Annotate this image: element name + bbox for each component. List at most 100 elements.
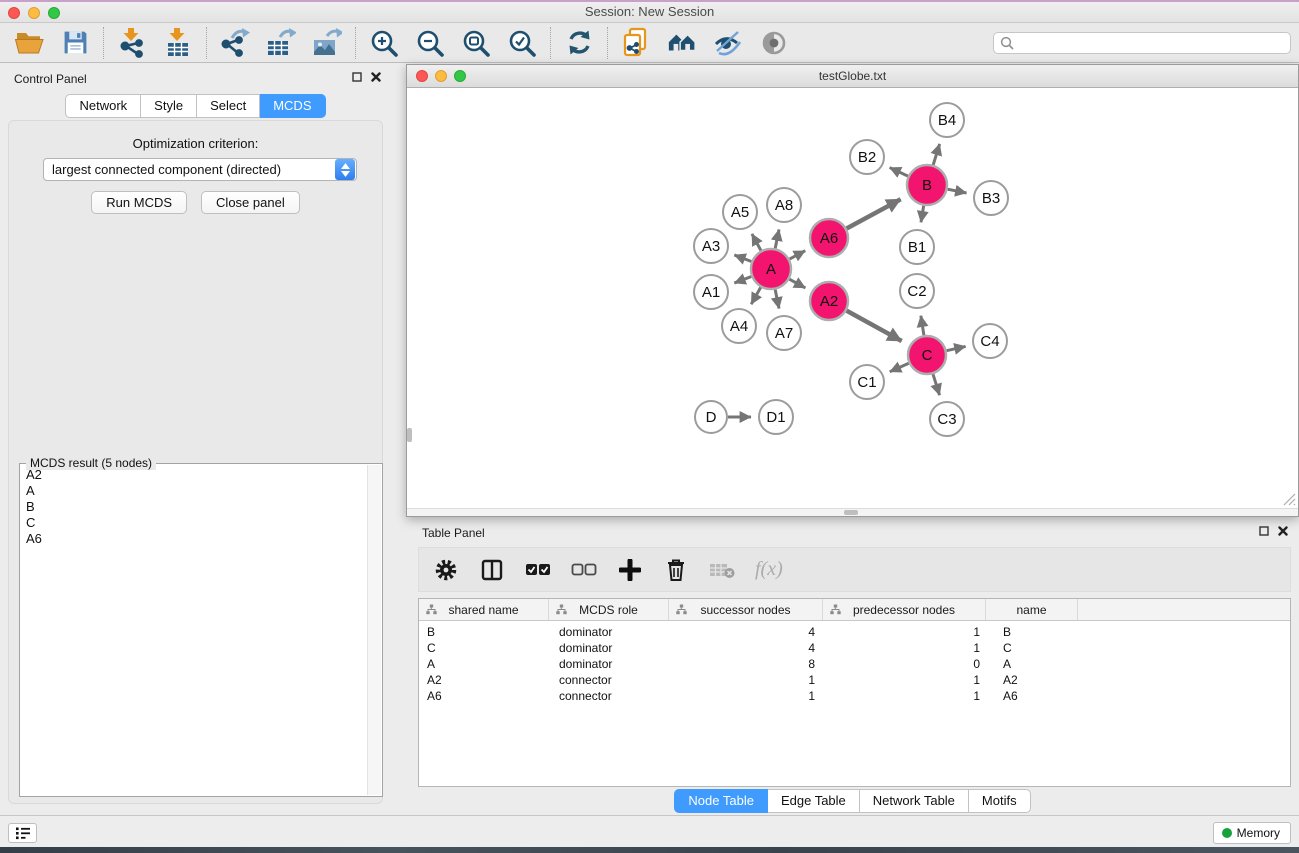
column-header-shared-name[interactable]: shared name [419, 599, 549, 620]
zoom-selected-icon[interactable] [507, 28, 537, 58]
edge-C-C2[interactable] [921, 316, 924, 336]
table-row[interactable]: Adominator80A [419, 656, 1290, 672]
result-list-scrollbar[interactable] [367, 465, 381, 795]
optimization-criterion-label: Optimization criterion: [9, 136, 382, 151]
save-session-icon[interactable] [60, 28, 90, 58]
float-panel-icon[interactable] [352, 72, 362, 82]
zoom-window-button[interactable] [48, 7, 60, 19]
result-list-item[interactable]: B [21, 499, 367, 515]
column-header-label: shared name [448, 603, 518, 617]
edge-A6-B[interactable] [847, 199, 901, 228]
edge-A-A6[interactable] [790, 251, 806, 259]
table-cell: connector [549, 672, 669, 688]
mcds-result-list[interactable]: A2ABCA6 [21, 467, 367, 795]
edge-C-C3[interactable] [933, 374, 940, 395]
tab-node-table[interactable]: Node Table [674, 789, 768, 813]
export-image-icon[interactable] [312, 28, 342, 58]
close-table-panel-icon[interactable] [1278, 526, 1288, 536]
column-header-MCDS-role[interactable]: MCDS role [549, 599, 669, 620]
table-row[interactable]: A2connector11A2 [419, 672, 1290, 688]
duplicate-network-icon[interactable] [621, 28, 651, 58]
open-session-icon[interactable] [14, 28, 44, 58]
minimize-window-button[interactable] [28, 7, 40, 19]
edge-B-B1[interactable] [921, 206, 924, 223]
table-row[interactable]: A6connector11A6 [419, 688, 1290, 704]
edge-B-B3[interactable] [948, 189, 967, 193]
network-graph-canvas[interactable]: B4B2BB3A5A8A6B1A3AA1C2A2A4A7C4CC1DD1C3 [407, 88, 1298, 509]
network-close-button[interactable] [416, 70, 428, 82]
close-panel-icon[interactable] [371, 72, 381, 82]
zoom-out-icon[interactable] [415, 28, 445, 58]
column-header-name[interactable]: name [986, 599, 1078, 620]
edge-C-C4[interactable] [947, 346, 966, 350]
network-graph-svg: B4B2BB3A5A8A6B1A3AA1C2A2A4A7C4CC1DD1C3 [407, 88, 1298, 509]
criterion-dropdown[interactable]: largest connected component (directed) [43, 158, 357, 181]
edge-B-B4[interactable] [933, 144, 939, 165]
network-hscroll-track[interactable] [407, 508, 1298, 516]
deselect-all-icon[interactable] [571, 557, 597, 583]
edge-A-A2[interactable] [789, 279, 805, 288]
column-header-successor-nodes[interactable]: successor nodes [669, 599, 823, 620]
tab-edge-table[interactable]: Edge Table [768, 789, 860, 813]
import-table-icon[interactable] [163, 28, 193, 58]
network-vscroll-thumb[interactable] [407, 428, 412, 442]
tab-mcds[interactable]: MCDS [260, 94, 325, 118]
task-history-button[interactable] [8, 823, 37, 843]
add-column-icon[interactable] [617, 557, 643, 583]
edge-A-A8[interactable] [775, 229, 779, 248]
task-list-icon [15, 827, 31, 840]
network-zoom-button[interactable] [454, 70, 466, 82]
result-list-item[interactable]: A2 [21, 467, 367, 483]
tab-select[interactable]: Select [197, 94, 260, 118]
table-options-gear-icon[interactable] [433, 557, 459, 583]
network-hscroll-thumb[interactable] [844, 510, 858, 515]
table-cell: B [419, 624, 549, 640]
node-label-A4: A4 [730, 318, 748, 335]
close-panel-button[interactable]: Close panel [201, 191, 300, 214]
node-label-B4: B4 [938, 112, 956, 129]
result-list-item[interactable]: C [21, 515, 367, 531]
network-minimize-button[interactable] [435, 70, 447, 82]
tab-style[interactable]: Style [141, 94, 197, 118]
search-field[interactable] [993, 32, 1291, 54]
tab-network-table[interactable]: Network Table [860, 789, 969, 813]
edge-A-A3[interactable] [734, 255, 751, 262]
zoom-fit-icon[interactable] [461, 28, 491, 58]
result-list-item[interactable]: A6 [21, 531, 367, 547]
tab-network[interactable]: Network [65, 94, 141, 118]
edge-A-A5[interactable] [752, 234, 761, 251]
node-label-B3: B3 [982, 190, 1000, 207]
tab-motifs[interactable]: Motifs [969, 789, 1031, 813]
home-icon[interactable] [667, 28, 697, 58]
show-all-icon[interactable] [759, 28, 789, 58]
run-mcds-button[interactable]: Run MCDS [91, 191, 187, 214]
edge-A-A4[interactable] [751, 287, 760, 304]
search-input[interactable] [1018, 36, 1284, 50]
memory-button[interactable]: Memory [1213, 822, 1291, 844]
edge-A2-C[interactable] [847, 311, 902, 341]
edge-A-A1[interactable] [734, 277, 751, 284]
export-table-icon[interactable] [266, 28, 296, 58]
edge-B-B2[interactable] [890, 168, 908, 177]
export-network-icon[interactable] [220, 28, 250, 58]
edge-A-A7[interactable] [775, 290, 779, 309]
delete-column-trash-icon[interactable] [663, 557, 689, 583]
select-all-icon[interactable] [525, 557, 551, 583]
table-panel-title: Table Panel [422, 526, 485, 540]
result-list-item[interactable]: A [21, 483, 367, 499]
column-view-icon[interactable] [479, 557, 505, 583]
column-header-predecessor-nodes[interactable]: predecessor nodes [823, 599, 986, 620]
hide-selected-icon[interactable] [713, 28, 743, 58]
edge-C-C1[interactable] [890, 363, 909, 372]
resize-grip-icon[interactable] [1283, 493, 1296, 506]
float-table-panel-icon[interactable] [1259, 526, 1269, 536]
import-network-icon[interactable] [117, 28, 147, 58]
zoom-in-icon[interactable] [369, 28, 399, 58]
node-label-C: C [922, 347, 933, 364]
node-label-C4: C4 [980, 333, 999, 350]
table-cell: A6 [986, 688, 1078, 704]
table-row[interactable]: Cdominator41C [419, 640, 1290, 656]
refresh-icon[interactable] [564, 28, 594, 58]
close-window-button[interactable] [8, 7, 20, 19]
table-row[interactable]: Bdominator41B [419, 624, 1290, 640]
